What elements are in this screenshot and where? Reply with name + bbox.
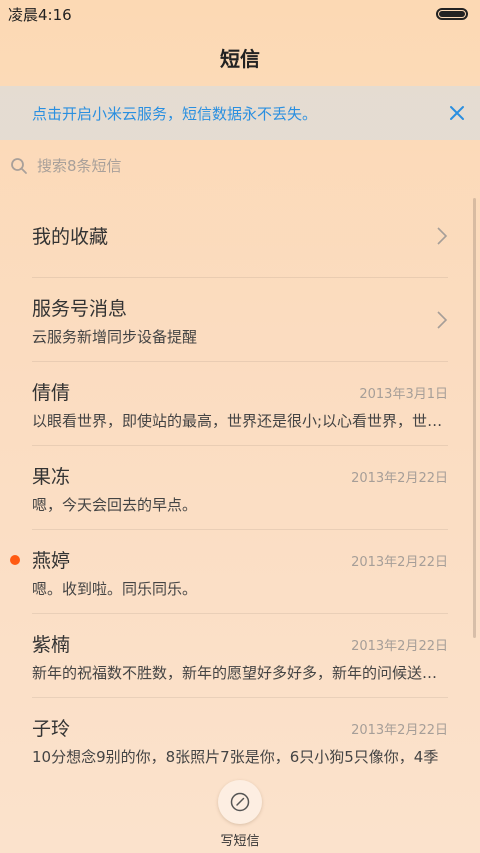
contact-name: 果冻	[32, 466, 71, 488]
conversation-item[interactable]: 子玲 2013年2月22日 10分想念9别的你，8张照片7张是你，6只小狗5只像…	[32, 698, 448, 782]
service-title: 服务号消息	[32, 298, 128, 320]
compose-button[interactable]	[218, 780, 262, 824]
contact-name: 紫楠	[32, 634, 71, 656]
message-date: 2013年2月22日	[351, 723, 448, 738]
page-title: 短信	[220, 46, 260, 71]
search-input[interactable]	[37, 157, 417, 175]
service-messages-item[interactable]: 服务号消息 云服务新增同步设备提醒	[32, 278, 448, 362]
contact-name: 燕婷	[32, 550, 71, 572]
message-date: 2013年2月22日	[351, 555, 448, 570]
message-list: 我的收藏 服务号消息 云服务新增同步设备提醒 倩倩 2013年3月1日 以眼看世…	[0, 194, 480, 782]
conversation-item[interactable]: 果冻 2013年2月22日 嗯，今天会回去的早点。	[32, 446, 448, 530]
message-preview: 新年的祝福数不胜数，新年的愿望好多好多，新年的问候送给你	[32, 664, 448, 682]
message-date: 2013年2月22日	[351, 639, 448, 654]
chevron-right-icon	[437, 227, 448, 245]
title-bar: 短信	[0, 28, 480, 86]
conversation-item[interactable]: 倩倩 2013年3月1日 以眼看世界，即使站的最高，世界还是很小;以心看世界，世…	[32, 362, 448, 446]
compose-icon	[230, 792, 250, 812]
message-date: 2013年2月22日	[351, 471, 448, 486]
message-preview: 以眼看世界，即使站的最高，世界还是很小;以心看世界，世界还是很大	[32, 412, 448, 430]
contact-name: 倩倩	[32, 382, 71, 404]
chevron-right-icon	[437, 311, 448, 329]
message-date: 2013年3月1日	[359, 387, 448, 402]
close-icon[interactable]	[448, 104, 466, 122]
message-preview: 嗯。收到啦。同乐同乐。	[32, 580, 198, 598]
favorites-item[interactable]: 我的收藏	[32, 194, 448, 278]
search-icon	[11, 158, 27, 174]
compose-area: 写短信	[0, 780, 480, 849]
favorites-label: 我的收藏	[32, 226, 109, 248]
status-time: 凌晨4:16	[8, 5, 72, 24]
battery-level	[439, 11, 465, 17]
scrollbar[interactable]	[473, 198, 476, 638]
contact-name: 子玲	[32, 718, 71, 740]
conversation-item[interactable]: 紫楠 2013年2月22日 新年的祝福数不胜数，新年的愿望好多好多，新年的问候送…	[32, 614, 448, 698]
search-bar[interactable]	[0, 146, 480, 186]
message-preview: 嗯，今天会回去的早点。	[32, 496, 198, 514]
battery-icon	[436, 8, 468, 20]
conversation-item[interactable]: 燕婷 2013年2月22日 嗯。收到啦。同乐同乐。	[10, 530, 448, 614]
service-subtitle: 云服务新增同步设备提醒	[32, 328, 198, 346]
compose-label: 写短信	[220, 834, 260, 849]
unread-dot-icon	[10, 555, 20, 565]
message-preview: 10分想念9别的你，8张照片7张是你，6只小狗5只像你，4季	[32, 748, 439, 766]
cloud-service-banner[interactable]: 点击开启小米云服务，短信数据永不丢失。	[0, 86, 480, 140]
status-bar: 凌晨4:16	[0, 0, 480, 28]
cloud-banner-text[interactable]: 点击开启小米云服务，短信数据永不丢失。	[32, 103, 317, 124]
